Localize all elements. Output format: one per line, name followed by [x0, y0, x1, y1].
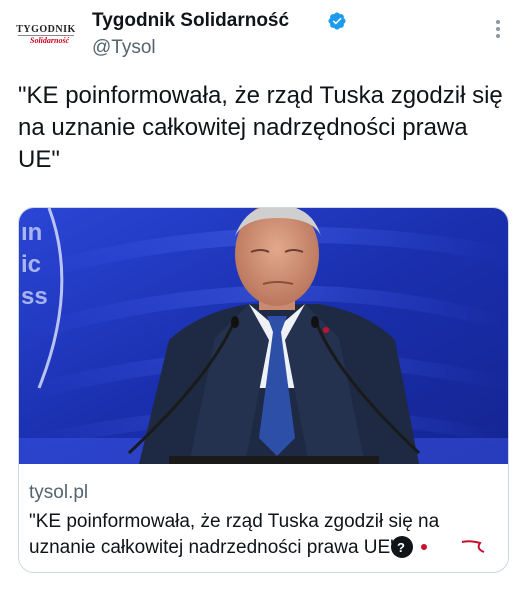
svg-text:ın: ın [21, 219, 42, 246]
svg-text:?: ? [397, 540, 405, 555]
tweet-header: TYGODNIK Solidarność Tygodnik Solidarnoś… [0, 0, 526, 70]
article-image: ın ic ss [19, 208, 508, 464]
more-options-icon[interactable] [488, 18, 508, 40]
card-domain: tysol.pl [29, 482, 89, 503]
svg-text:ss: ss [21, 283, 48, 310]
tweet-text: "KE poinformowała, że rząd Tuska zgodził… [18, 82, 503, 173]
link-card[interactable]: ın ic ss tysol.pl "KE poinformowała, że … [18, 207, 509, 573]
svg-text:ic: ic [21, 251, 41, 278]
user-handle[interactable]: @Tysol [92, 37, 156, 59]
avatar-logo-sub: Solidarność [30, 36, 70, 45]
display-name[interactable]: Tygodnik Solidarność [92, 10, 289, 32]
avatar[interactable]: TYGODNIK Solidarność [14, 18, 78, 48]
site-watermark: ? [391, 536, 488, 558]
avatar-logo: TYGODNIK [16, 24, 76, 35]
verified-badge-icon [328, 12, 346, 30]
